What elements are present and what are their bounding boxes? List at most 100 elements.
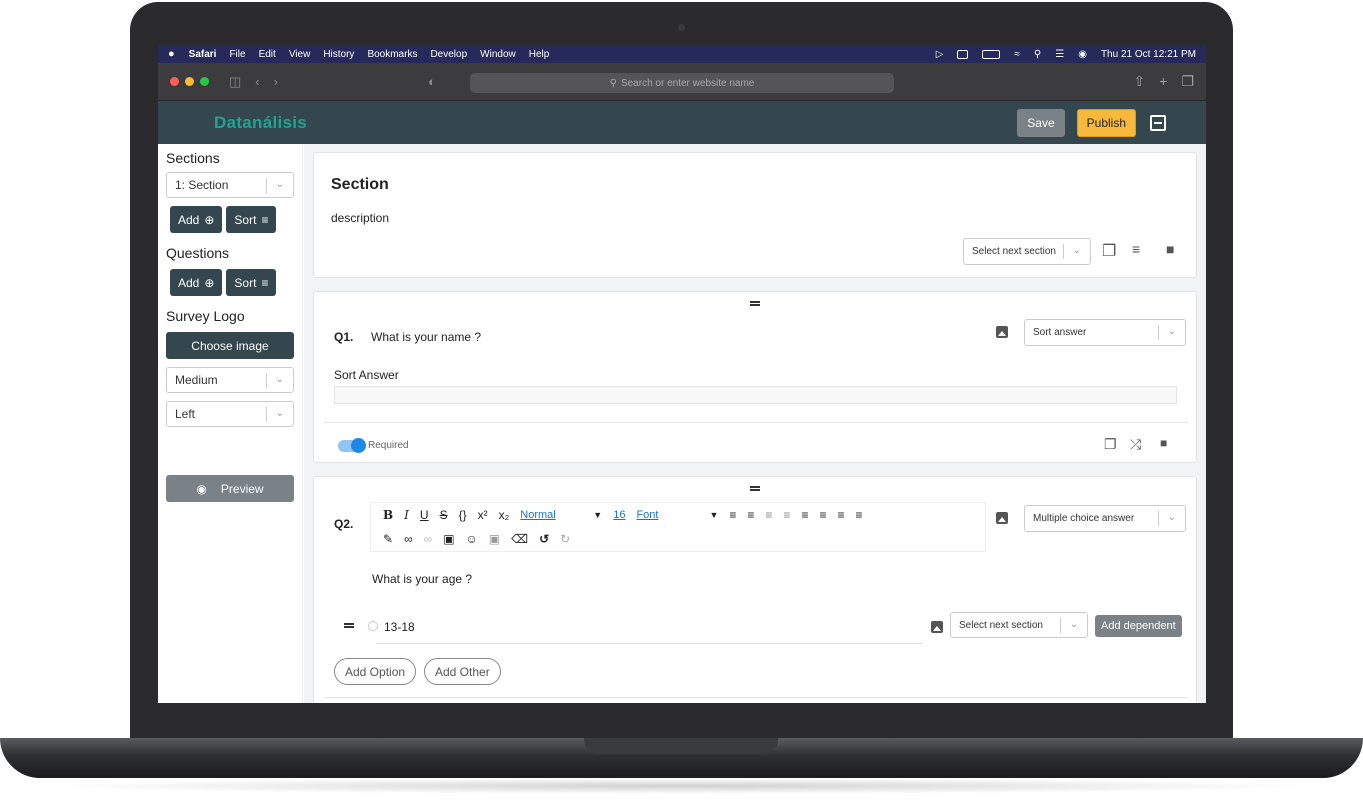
image-icon[interactable] (996, 512, 1008, 524)
menu-safari[interactable]: Safari (189, 49, 217, 60)
zoom-window-button[interactable] (200, 77, 209, 86)
eraser-icon[interactable]: ⌫ (511, 532, 528, 546)
font-size-select[interactable]: 16 (613, 509, 625, 521)
image-insert-icon[interactable]: ▣ (489, 532, 500, 546)
logout-icon[interactable] (1150, 114, 1166, 131)
question-text[interactable]: What is your name ? (371, 330, 481, 344)
drag-handle-icon[interactable] (750, 486, 760, 491)
superscript-icon[interactable]: x² (478, 508, 488, 522)
question-type-select[interactable]: Sort answer ⌄ (1024, 319, 1186, 346)
align-right-icon[interactable]: ≡ (837, 508, 844, 522)
option-underline (376, 643, 922, 644)
publish-button[interactable]: Publish (1076, 108, 1136, 137)
forward-icon[interactable]: › (274, 74, 278, 89)
share-icon[interactable]: ⇧ (1134, 73, 1146, 90)
chevron-down-icon: ⌄ (1167, 326, 1176, 337)
logo-align-value: Left (175, 407, 196, 421)
align-center-icon[interactable]: ≡ (819, 508, 826, 522)
clear-section-icon[interactable]: ≡ (1132, 241, 1140, 257)
bullet-list-icon[interactable]: ≡ (729, 508, 736, 522)
option-label[interactable]: 13-18 (384, 620, 415, 634)
align-left-icon[interactable]: ≡ (801, 508, 808, 522)
menu-help[interactable]: Help (529, 49, 550, 60)
heading-select[interactable]: Normal (520, 509, 582, 521)
font-select[interactable]: Font (636, 509, 698, 521)
shuffle-icon[interactable]: ⤮ (1130, 436, 1141, 453)
add-other-button[interactable]: Add Other (424, 658, 501, 685)
menu-bookmarks[interactable]: Bookmarks (367, 49, 417, 60)
duplicate-section-icon[interactable]: ❐ (1102, 241, 1116, 261)
privacy-shield-icon[interactable]: ◐ (428, 74, 436, 89)
add-dependent-button[interactable]: Add dependent (1095, 615, 1182, 637)
brand-logo[interactable]: Datanálisis (214, 113, 307, 133)
italic-icon[interactable]: I (404, 508, 409, 522)
numbered-list-icon[interactable]: ≡ (747, 508, 754, 522)
logo-align-select[interactable]: Left ⌄ (166, 401, 294, 427)
close-window-button[interactable] (170, 77, 179, 86)
menu-file[interactable]: File (229, 49, 245, 60)
short-answer-input[interactable] (334, 386, 1177, 404)
rich-text-editor-toolbar: B I U S {} x² x₂ Normal ▼ 16 Font ▼ ≡ ≡ … (370, 502, 986, 552)
play-icon[interactable]: ▷ (936, 49, 944, 60)
section-next-select[interactable]: Select next section ⌄ (963, 238, 1091, 265)
question-text[interactable]: What is your age ? (372, 572, 472, 586)
add-question-button[interactable]: Add ⊕ (170, 269, 223, 296)
url-bar[interactable]: ⚲ Search or enter website name (470, 73, 894, 93)
search-icon: ⚲ (609, 77, 617, 89)
minimize-window-button[interactable] (185, 77, 194, 86)
clock[interactable]: Thu 21 Oct 12:21 PM (1101, 49, 1196, 60)
wifi-icon[interactable]: ≈ (1014, 49, 1020, 60)
drag-handle-icon[interactable] (750, 301, 760, 306)
subscript-icon[interactable]: x₂ (499, 508, 510, 522)
add-option-button[interactable]: Add Option (334, 658, 417, 685)
redo-icon[interactable]: ↻ (560, 532, 570, 546)
strikethrough-icon[interactable]: S (440, 508, 448, 522)
outdent-icon[interactable]: ≡ (765, 508, 772, 522)
save-button[interactable]: Save (1017, 108, 1065, 137)
add-section-button[interactable]: Add ⊕ (170, 206, 223, 233)
battery-icon[interactable] (982, 49, 1001, 59)
color-picker-icon[interactable]: ✎ (383, 532, 393, 546)
option-drag-handle-icon[interactable] (344, 623, 354, 628)
code-icon[interactable]: {} (459, 508, 467, 522)
indent-icon[interactable]: ≡ (783, 508, 790, 522)
bold-icon[interactable]: B (383, 508, 393, 522)
back-icon[interactable]: ‹ (255, 74, 259, 89)
sort-sections-button[interactable]: Sort ≡ (226, 206, 277, 233)
spotlight-icon[interactable]: ⚲ (1034, 49, 1041, 60)
tabs-overview-icon[interactable]: ❐ (1181, 73, 1194, 90)
display-icon[interactable] (957, 49, 969, 59)
preview-button[interactable]: ◉ Preview (166, 475, 294, 502)
option-next-section-select[interactable]: Select next section ⌄ (950, 612, 1088, 638)
image-icon[interactable] (996, 326, 1008, 338)
embed-icon[interactable]: ▣ (443, 532, 454, 546)
menu-window[interactable]: Window (480, 49, 516, 60)
siri-icon[interactable]: ◉ (1078, 49, 1087, 60)
control-center-icon[interactable]: ☰ (1055, 49, 1064, 60)
emoji-icon[interactable]: ☺ (466, 532, 478, 546)
menu-edit[interactable]: Edit (259, 49, 276, 60)
required-toggle[interactable] (338, 438, 366, 453)
section-description[interactable]: description (331, 211, 389, 225)
option-image-icon[interactable] (931, 621, 943, 633)
align-justify-icon[interactable]: ≡ (855, 508, 862, 522)
choose-image-button[interactable]: Choose image (166, 332, 294, 359)
link-icon[interactable]: ∞ (404, 532, 413, 546)
logo-size-select[interactable]: Medium ⌄ (166, 367, 294, 393)
apple-icon[interactable]: ● (168, 48, 175, 60)
underline-icon[interactable]: U (420, 508, 429, 522)
menu-develop[interactable]: Develop (430, 49, 467, 60)
new-tab-icon[interactable]: + (1159, 73, 1167, 90)
unlink-icon[interactable]: ∞ (424, 532, 433, 546)
sidebar-toggle-icon[interactable]: ◫ (229, 74, 241, 90)
question-type-select[interactable]: Multiple choice answer ⌄ (1024, 505, 1186, 532)
undo-icon[interactable]: ↺ (539, 532, 549, 546)
duplicate-question-icon[interactable]: ❐ (1104, 436, 1117, 453)
sort-questions-button[interactable]: Sort ≡ (226, 269, 277, 296)
menu-history[interactable]: History (323, 49, 354, 60)
menu-view[interactable]: View (289, 49, 311, 60)
delete-section-icon[interactable]: ■ (1166, 241, 1174, 257)
section-title[interactable]: Section (331, 176, 389, 194)
delete-question-icon[interactable]: ■ (1160, 436, 1167, 450)
section-select[interactable]: 1: Section ⌄ (166, 172, 294, 198)
